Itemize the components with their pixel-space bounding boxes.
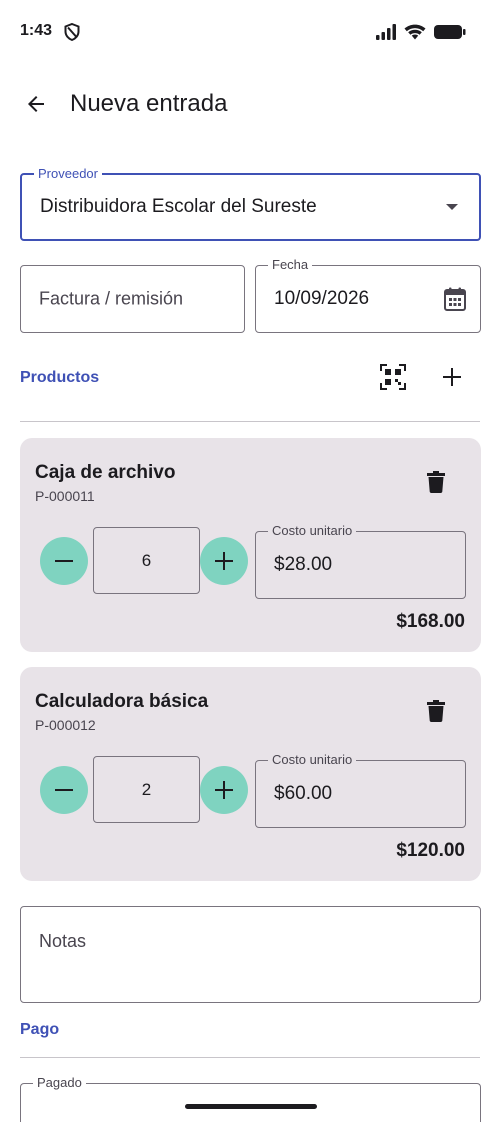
date-value: 10/09/2026 bbox=[274, 288, 370, 309]
date-label: Fecha bbox=[268, 257, 313, 273]
paid-label: Pagado bbox=[33, 1075, 86, 1091]
status-time: 1:43 bbox=[20, 22, 53, 39]
calendar-icon bbox=[444, 287, 466, 311]
back-button[interactable] bbox=[16, 84, 56, 124]
products-title: Productos bbox=[20, 369, 100, 386]
wifi-icon bbox=[404, 24, 426, 40]
page-title: Nueva entrada bbox=[70, 90, 228, 117]
status-bar: 1:43 bbox=[0, 0, 500, 64]
trash-icon bbox=[427, 700, 445, 722]
minus-icon bbox=[55, 789, 73, 791]
supplier-value: Distribuidora Escolar del Sureste bbox=[40, 196, 317, 217]
line-total: $120.00 bbox=[396, 840, 465, 861]
delete-button[interactable] bbox=[416, 462, 456, 502]
arrow-back-icon bbox=[28, 96, 44, 112]
supplier-dropdown[interactable]: Proveedor Distribuidora Escolar del Sure… bbox=[20, 166, 481, 241]
products-divider bbox=[20, 421, 480, 422]
product-name: Caja de archivo bbox=[35, 462, 176, 483]
product-code: P-000011 bbox=[35, 488, 95, 504]
product-code: P-000012 bbox=[35, 717, 96, 733]
home-indicator[interactable] bbox=[185, 1104, 317, 1109]
calendar-button[interactable] bbox=[444, 287, 466, 311]
plus-icon bbox=[215, 781, 233, 799]
unit-cost-input[interactable]: Costo unitario $28.00 bbox=[255, 523, 466, 599]
notes-placeholder: Notas bbox=[39, 931, 87, 951]
signal-icon bbox=[376, 24, 396, 40]
decrease-quantity-button[interactable] bbox=[40, 766, 88, 814]
quantity-value: 6 bbox=[141, 550, 152, 570]
line-total: $168.00 bbox=[396, 611, 465, 632]
product-card: Caja de archivo P-000011 6 Costo unitari… bbox=[20, 438, 481, 652]
unit-cost-label: Costo unitario bbox=[268, 752, 357, 768]
shield-icon bbox=[64, 23, 80, 41]
add-icon bbox=[443, 368, 461, 386]
plus-icon bbox=[215, 552, 233, 570]
decrease-quantity-button[interactable] bbox=[40, 537, 88, 585]
product-name: Calculadora básica bbox=[35, 691, 209, 712]
notes-input[interactable]: Notas bbox=[20, 906, 481, 1003]
quantity-input[interactable]: 6 bbox=[93, 527, 200, 594]
invoice-input[interactable]: Factura / remisión bbox=[20, 265, 245, 333]
payment-title: Pago bbox=[20, 1021, 60, 1038]
quantity-input[interactable]: 2 bbox=[93, 756, 200, 823]
quantity-value: 2 bbox=[141, 779, 152, 799]
add-product-button[interactable] bbox=[432, 357, 472, 397]
dropdown-arrow-icon bbox=[445, 203, 459, 211]
app-bar: Nueva entrada bbox=[0, 76, 500, 132]
unit-cost-value: $60.00 bbox=[274, 783, 333, 804]
status-icons bbox=[376, 24, 466, 40]
battery-icon bbox=[434, 25, 466, 39]
delete-button[interactable] bbox=[416, 691, 456, 731]
unit-cost-input[interactable]: Costo unitario $60.00 bbox=[255, 752, 466, 828]
paid-input[interactable]: Pagado bbox=[20, 1075, 481, 1122]
minus-icon bbox=[55, 560, 73, 562]
increase-quantity-button[interactable] bbox=[200, 537, 248, 585]
unit-cost-label: Costo unitario bbox=[268, 523, 357, 539]
date-input[interactable]: Fecha 10/09/2026 bbox=[255, 257, 481, 333]
trash-icon bbox=[427, 471, 445, 493]
supplier-label: Proveedor bbox=[34, 166, 102, 182]
invoice-placeholder: Factura / remisión bbox=[39, 288, 184, 309]
qr-scan-icon bbox=[380, 364, 406, 390]
product-card: Calculadora básica P-000012 2 Costo unit… bbox=[20, 667, 481, 881]
payment-divider bbox=[20, 1057, 480, 1058]
increase-quantity-button[interactable] bbox=[200, 766, 248, 814]
scan-button[interactable] bbox=[373, 357, 413, 397]
unit-cost-value: $28.00 bbox=[274, 554, 333, 575]
